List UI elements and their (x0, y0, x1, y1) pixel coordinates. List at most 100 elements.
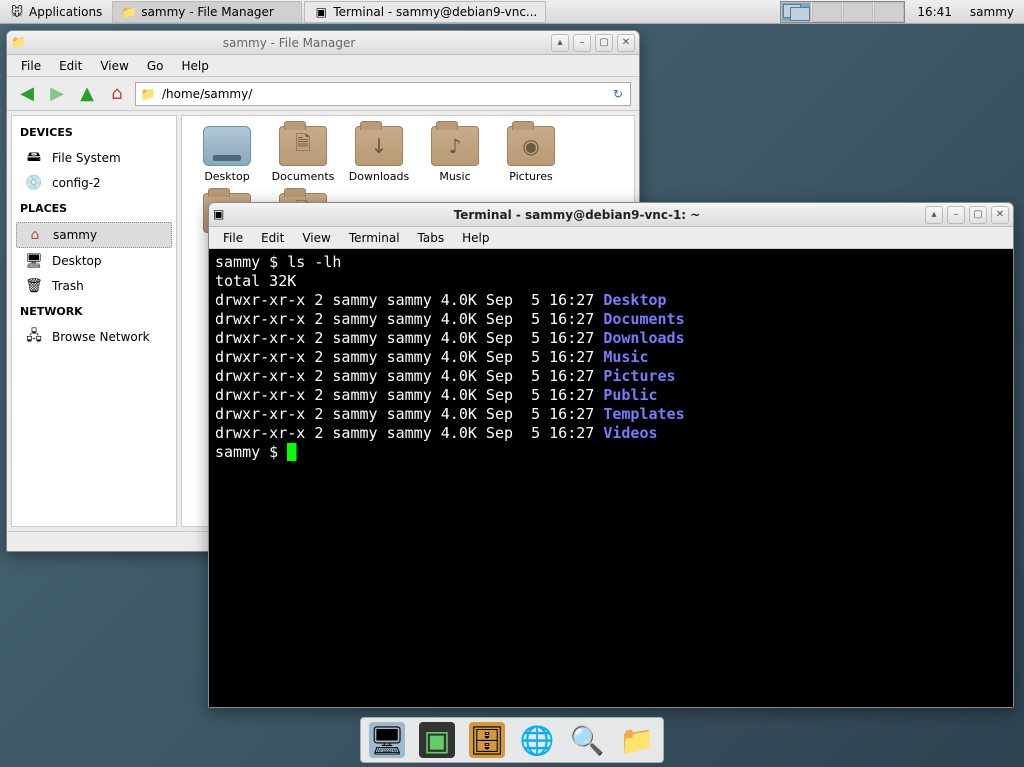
disc-icon: 💿 (24, 175, 44, 191)
sidebar-item-label: sammy (53, 228, 97, 242)
term-dir: Public (603, 386, 657, 404)
workspace-switcher[interactable] (780, 1, 905, 23)
shade-button[interactable]: ▴ (925, 206, 943, 224)
folder-icon: 📁 (121, 4, 137, 20)
top-panel: 🐭 Applications 📁 sammy - File Manager ▣ … (0, 0, 1024, 24)
back-icon[interactable]: ◀ (15, 82, 39, 106)
cursor-icon: █ (287, 443, 296, 461)
folder-documents[interactable]: 🗎 Documents (268, 126, 338, 183)
terminal-content[interactable]: sammy $ ls -lh total 32K drwxr-xr-x 2 sa… (209, 249, 1013, 707)
taskbar-filemanager[interactable]: 📁 sammy - File Manager (112, 1, 302, 23)
folder-music[interactable]: ♪ Music (420, 126, 490, 183)
taskbar-label: Terminal - sammy@debian9-vnc... (333, 5, 537, 19)
dock-terminal[interactable]: ▣ (419, 722, 455, 758)
term-line: drwxr-xr-x 2 sammy sammy 4.0K Sep 5 16:2… (215, 424, 603, 442)
sidebar-item-config2[interactable]: 💿 config-2 (16, 171, 172, 195)
menu-view[interactable]: View (294, 229, 338, 247)
menu-help[interactable]: Help (454, 229, 497, 247)
menu-tabs[interactable]: Tabs (410, 229, 453, 247)
dock-find[interactable]: 🔍 (569, 722, 605, 758)
workspace-2[interactable] (812, 2, 842, 22)
folder-desktop[interactable]: Desktop (192, 126, 262, 183)
term-prompt: sammy $ (215, 443, 287, 461)
sb-places-hdr: PLACES (12, 196, 176, 221)
workspace-3[interactable] (843, 2, 873, 22)
dock-browser[interactable]: 🌐 (519, 722, 555, 758)
trash-icon: 🗑 (24, 278, 44, 294)
sidebar-item-desktop[interactable]: 🖥 Desktop (16, 249, 172, 273)
home-icon: ⌂ (25, 227, 45, 243)
close-button[interactable]: ✕ (991, 206, 1009, 224)
menu-file[interactable]: File (215, 229, 251, 247)
menu-help[interactable]: Help (173, 57, 216, 75)
menu-edit[interactable]: Edit (51, 57, 90, 75)
sidebar-item-label: Trash (52, 279, 84, 293)
term-title: Terminal - sammy@debian9-vnc-1: ~ (233, 208, 921, 222)
forward-icon[interactable]: ▶ (45, 82, 69, 106)
term-line: drwxr-xr-x 2 sammy sammy 4.0K Sep 5 16:2… (215, 291, 603, 309)
network-icon: 🖧 (24, 329, 44, 345)
clock[interactable]: 16:41 (909, 5, 960, 19)
term-dir: Pictures (603, 367, 675, 385)
term-dir: Music (603, 348, 648, 366)
folder-label: Music (420, 170, 490, 183)
dock-show-desktop[interactable]: 🖥 (369, 722, 405, 758)
sidebar-item-trash[interactable]: 🗑 Trash (16, 274, 172, 298)
sidebar-item-browse-network[interactable]: 🖧 Browse Network (16, 325, 172, 349)
menu-edit[interactable]: Edit (253, 229, 292, 247)
sidebar-item-sammy[interactable]: ⌂ sammy (16, 222, 172, 248)
menu-file[interactable]: File (13, 57, 49, 75)
taskbar-terminal[interactable]: ▣ Terminal - sammy@debian9-vnc... (304, 1, 546, 23)
term-menubar: File Edit View Terminal Tabs Help (209, 227, 1013, 249)
menu-go[interactable]: Go (139, 57, 172, 75)
shade-button[interactable]: ▴ (551, 34, 569, 52)
minimize-button[interactable]: – (573, 34, 591, 52)
path-text: /home/sammy/ (162, 87, 252, 101)
term-titlebar[interactable]: ▣ Terminal - sammy@debian9-vnc-1: ~ ▴ – … (209, 203, 1013, 227)
close-button[interactable]: ✕ (617, 34, 635, 52)
term-line: drwxr-xr-x 2 sammy sammy 4.0K Sep 5 16:2… (215, 348, 603, 366)
user-menu[interactable]: sammy (960, 5, 1024, 19)
term-line: drwxr-xr-x 2 sammy sammy 4.0K Sep 5 16:2… (215, 367, 603, 385)
fm-title: sammy - File Manager (31, 36, 547, 50)
workspace-1[interactable] (781, 2, 811, 22)
workspace-4[interactable] (874, 2, 904, 22)
dock-filemanager[interactable]: 🗄 (469, 722, 505, 758)
term-dir: Downloads (603, 329, 684, 347)
folder-label: Pictures (496, 170, 566, 183)
folder-label: Documents (268, 170, 338, 183)
downloads-icon: ↓ (355, 126, 403, 166)
terminal-icon: ▣ (313, 4, 329, 20)
maximize-button[interactable]: ▢ (969, 206, 987, 224)
sidebar-item-label: Desktop (52, 254, 102, 268)
folder-pictures[interactable]: ◉ Pictures (496, 126, 566, 183)
minimize-button[interactable]: – (947, 206, 965, 224)
fm-menubar: File Edit View Go Help (7, 55, 639, 77)
home-icon[interactable]: ⌂ (105, 82, 129, 106)
terminal-window: ▣ Terminal - sammy@debian9-vnc-1: ~ ▴ – … (208, 202, 1014, 708)
folder-label: Desktop (192, 170, 262, 183)
dock-folder[interactable]: 📁 (619, 722, 655, 758)
folder-label: Downloads (344, 170, 414, 183)
term-line: drwxr-xr-x 2 sammy sammy 4.0K Sep 5 16:2… (215, 405, 603, 423)
term-line: drwxr-xr-x 2 sammy sammy 4.0K Sep 5 16:2… (215, 329, 603, 347)
maximize-button[interactable]: ▢ (595, 34, 613, 52)
sidebar-item-filesystem[interactable]: 🖴 File System (16, 146, 172, 170)
term-dir: Videos (603, 424, 657, 442)
sidebar-item-label: config-2 (52, 176, 101, 190)
menu-terminal[interactable]: Terminal (341, 229, 408, 247)
sb-network-hdr: NETWORK (12, 299, 176, 324)
fm-titlebar[interactable]: 📁 sammy - File Manager ▴ – ▢ ✕ (7, 31, 639, 55)
up-icon[interactable]: ▲ (75, 82, 99, 106)
path-bar[interactable]: 📁 /home/sammy/ ↻ (135, 82, 631, 106)
term-dir: Documents (603, 310, 684, 328)
folder-icon: 📁 (140, 86, 156, 102)
folder-icon: 📁 (11, 35, 27, 51)
refresh-icon[interactable]: ↻ (610, 86, 626, 102)
desktop-icon (203, 126, 251, 166)
xfce-mouse-icon: 🐭 (9, 4, 25, 20)
menu-view[interactable]: View (92, 57, 136, 75)
folder-downloads[interactable]: ↓ Downloads (344, 126, 414, 183)
applications-menu[interactable]: 🐭 Applications (0, 1, 111, 23)
term-line: total 32K (215, 272, 296, 290)
